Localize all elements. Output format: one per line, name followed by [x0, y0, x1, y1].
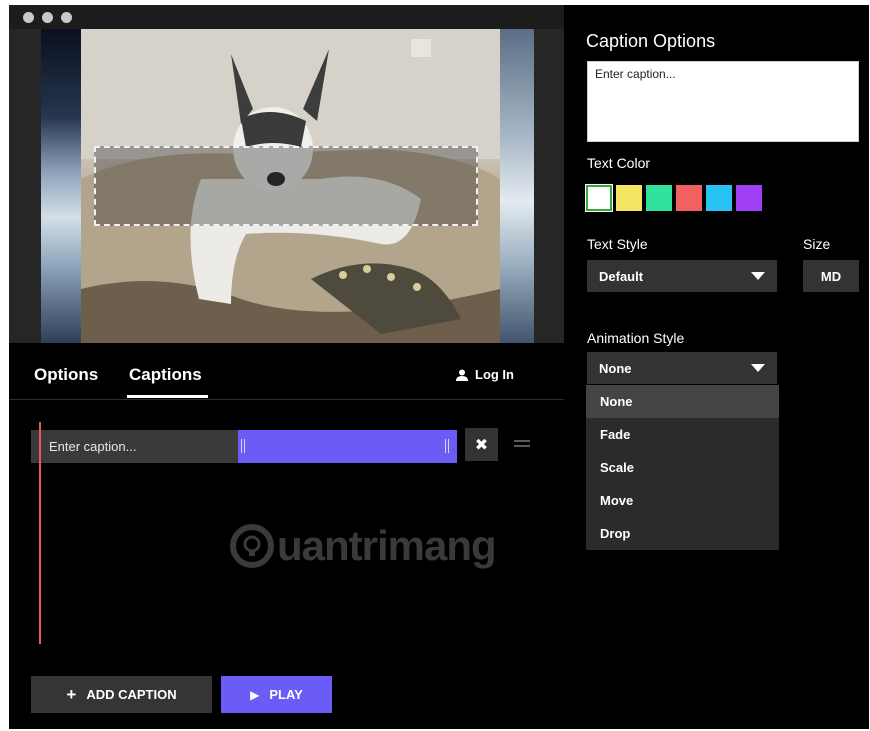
animation-style-select[interactable]: None	[587, 352, 777, 384]
swatch-white[interactable]	[585, 184, 613, 212]
video-preview[interactable]	[9, 29, 564, 343]
swatch-blue[interactable]	[706, 185, 732, 211]
caret-down-icon	[751, 364, 765, 372]
menu-item-none[interactable]: None	[586, 385, 779, 418]
play-label: PLAY	[269, 687, 303, 702]
menu-item-move[interactable]: Move	[586, 484, 779, 517]
size-select[interactable]: MD	[803, 260, 859, 292]
watermark-text: uantrimang	[277, 522, 497, 569]
playhead[interactable]	[39, 422, 41, 644]
active-tab-indicator	[127, 395, 208, 398]
menu-item-fade[interactable]: Fade	[586, 418, 779, 451]
window-minimize-dot[interactable]	[42, 12, 53, 23]
app-window: Options Captions Log In Enter caption...…	[9, 5, 869, 729]
tab-captions[interactable]: Captions	[129, 365, 202, 385]
user-icon	[456, 369, 468, 381]
caption-options-panel: Caption Options Text Color Text Style Si…	[564, 5, 869, 729]
animation-style-value: None	[599, 360, 632, 376]
swatch-green[interactable]	[646, 185, 672, 211]
plus-icon: +	[66, 684, 77, 704]
bulb-logo-icon	[230, 524, 274, 568]
tab-bar: Options Captions Log In	[9, 343, 564, 399]
window-maximize-dot[interactable]	[61, 12, 72, 23]
caret-down-icon	[751, 272, 765, 280]
swatch-red[interactable]	[676, 185, 702, 211]
drag-handle-icon[interactable]	[514, 440, 530, 448]
caption-track-text: Enter caption...	[49, 439, 137, 454]
text-style-label: Text Style	[587, 236, 648, 252]
menu-item-scale[interactable]: Scale	[586, 451, 779, 484]
animation-style-label: Animation Style	[587, 330, 685, 346]
caption-track[interactable]: Enter caption...	[31, 430, 457, 463]
color-swatches	[585, 184, 762, 212]
animation-style-menu: None Fade Scale Move Drop	[586, 385, 779, 550]
swatch-purple[interactable]	[736, 185, 762, 211]
delete-caption-button[interactable]: ✖	[465, 428, 498, 461]
title-bar	[9, 5, 564, 29]
range-end-handle[interactable]	[445, 439, 449, 453]
close-icon: ✖	[474, 436, 489, 454]
login-button[interactable]: Log In	[456, 367, 514, 382]
swatch-yellow[interactable]	[616, 185, 642, 211]
tab-options[interactable]: Options	[34, 365, 98, 385]
play-icon: ▶	[250, 687, 260, 702]
caption-time-range[interactable]	[238, 430, 457, 463]
window-close-dot[interactable]	[23, 12, 34, 23]
text-style-value: Default	[599, 268, 644, 284]
add-caption-button[interactable]: + ADD CAPTION	[31, 676, 212, 713]
watermark: uantrimang	[229, 522, 497, 570]
panel-title: Caption Options	[586, 31, 716, 51]
play-button[interactable]: ▶ PLAY	[221, 676, 332, 713]
earth-image-right	[500, 29, 534, 343]
caption-position-box[interactable]	[94, 146, 478, 226]
menu-item-drop[interactable]: Drop	[586, 517, 779, 550]
text-style-select[interactable]: Default	[587, 260, 777, 292]
login-label: Log In	[475, 367, 514, 382]
caption-timeline[interactable]: Enter caption... ✖ uantrimang + ADD CAPT…	[9, 400, 564, 729]
earth-image-left	[41, 29, 81, 343]
size-label: Size	[803, 236, 831, 252]
text-color-label: Text Color	[587, 155, 651, 171]
range-start-handle[interactable]	[241, 439, 245, 453]
caption-text-input[interactable]	[587, 61, 859, 142]
add-caption-label: ADD CAPTION	[86, 687, 177, 702]
size-value: MD	[820, 268, 842, 284]
